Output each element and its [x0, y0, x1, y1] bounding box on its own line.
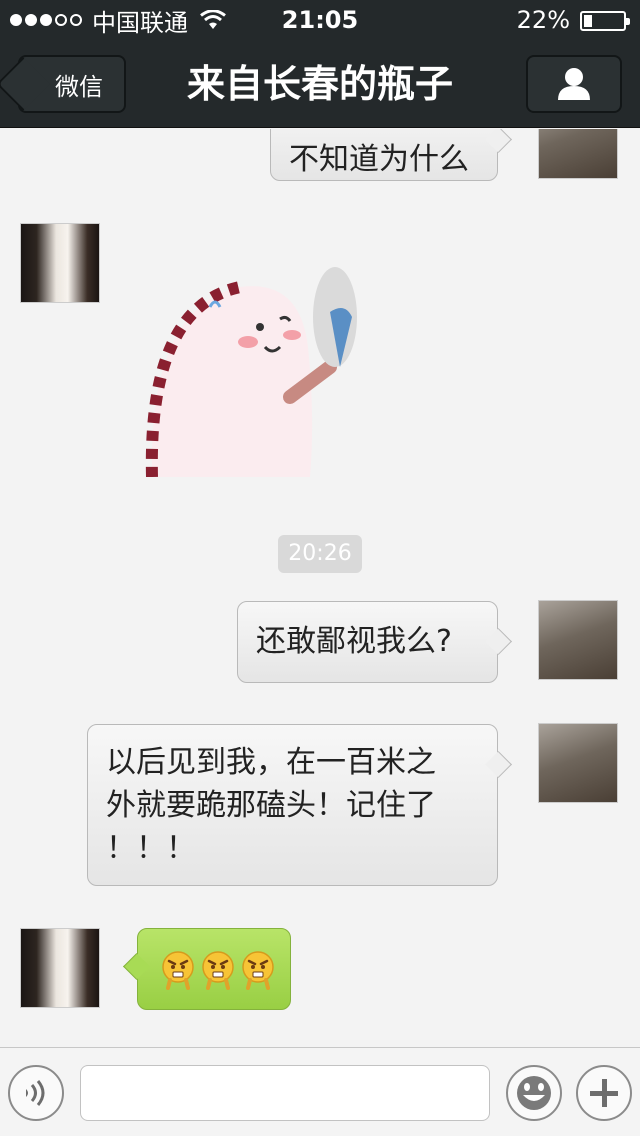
message-text: 还敢鄙视我么?: [256, 624, 452, 659]
carrier-name: 中国联通: [92, 8, 188, 37]
back-button[interactable]: 微信: [0, 55, 126, 113]
message-text: 不知道为什么: [289, 142, 469, 177]
message-text-line: ！！！: [106, 831, 196, 866]
chat-input-bar: [0, 1047, 640, 1136]
navigation-bar: 微信 来自长春的瓶子: [0, 40, 640, 128]
signal-strength-icon: [10, 14, 82, 26]
voice-icon: [26, 1080, 45, 1106]
dinosaur-fan-sticker-icon[interactable]: [140, 247, 390, 477]
wifi-icon: [200, 10, 226, 29]
avatar-self[interactable]: [538, 600, 618, 680]
status-bar: 中国联通 21:05 22%: [0, 0, 640, 40]
battery-icon: [580, 11, 630, 31]
add-attachment-button[interactable]: [576, 1065, 632, 1121]
message-text-field[interactable]: [80, 1065, 490, 1121]
avatar-self[interactable]: [538, 723, 618, 803]
emoji-row: [160, 950, 290, 990]
profile-button[interactable]: [526, 55, 622, 113]
battery-level: [584, 15, 592, 27]
smiley-icon: [517, 1076, 551, 1110]
battery-percent: 22%: [516, 6, 570, 34]
back-button-label: 微信: [55, 72, 103, 101]
avatar-contact[interactable]: [20, 928, 100, 1008]
angry-emoji-icon: [242, 951, 274, 990]
message-text-line: 外就要跪那磕头！记住了: [106, 788, 436, 823]
message-bubble-contact[interactable]: [137, 928, 291, 1010]
plus-icon: [590, 1079, 618, 1107]
chat-message-list[interactable]: 不知道为什么 20:26 还敢鄙视我么? 以后见到我，在一百米之 外就要跪那磕头…: [0, 129, 640, 1047]
angry-emoji-icon: [162, 951, 194, 990]
message-bubble-self[interactable]: 不知道为什么: [270, 129, 498, 181]
avatar-self[interactable]: [538, 129, 618, 179]
angry-emoji-icon: [202, 951, 234, 990]
voice-input-button[interactable]: [8, 1065, 64, 1121]
message-text-line: 以后见到我，在一百米之: [106, 745, 436, 780]
emoji-button[interactable]: [506, 1065, 562, 1121]
person-icon: [558, 68, 590, 100]
avatar-contact[interactable]: [20, 223, 100, 303]
message-bubble-self[interactable]: 以后见到我，在一百米之 外就要跪那磕头！记住了 ！！！: [87, 724, 498, 886]
back-arrow-icon: [0, 57, 50, 111]
message-timestamp: 20:26: [278, 535, 362, 573]
message-bubble-self[interactable]: 还敢鄙视我么?: [237, 601, 498, 683]
